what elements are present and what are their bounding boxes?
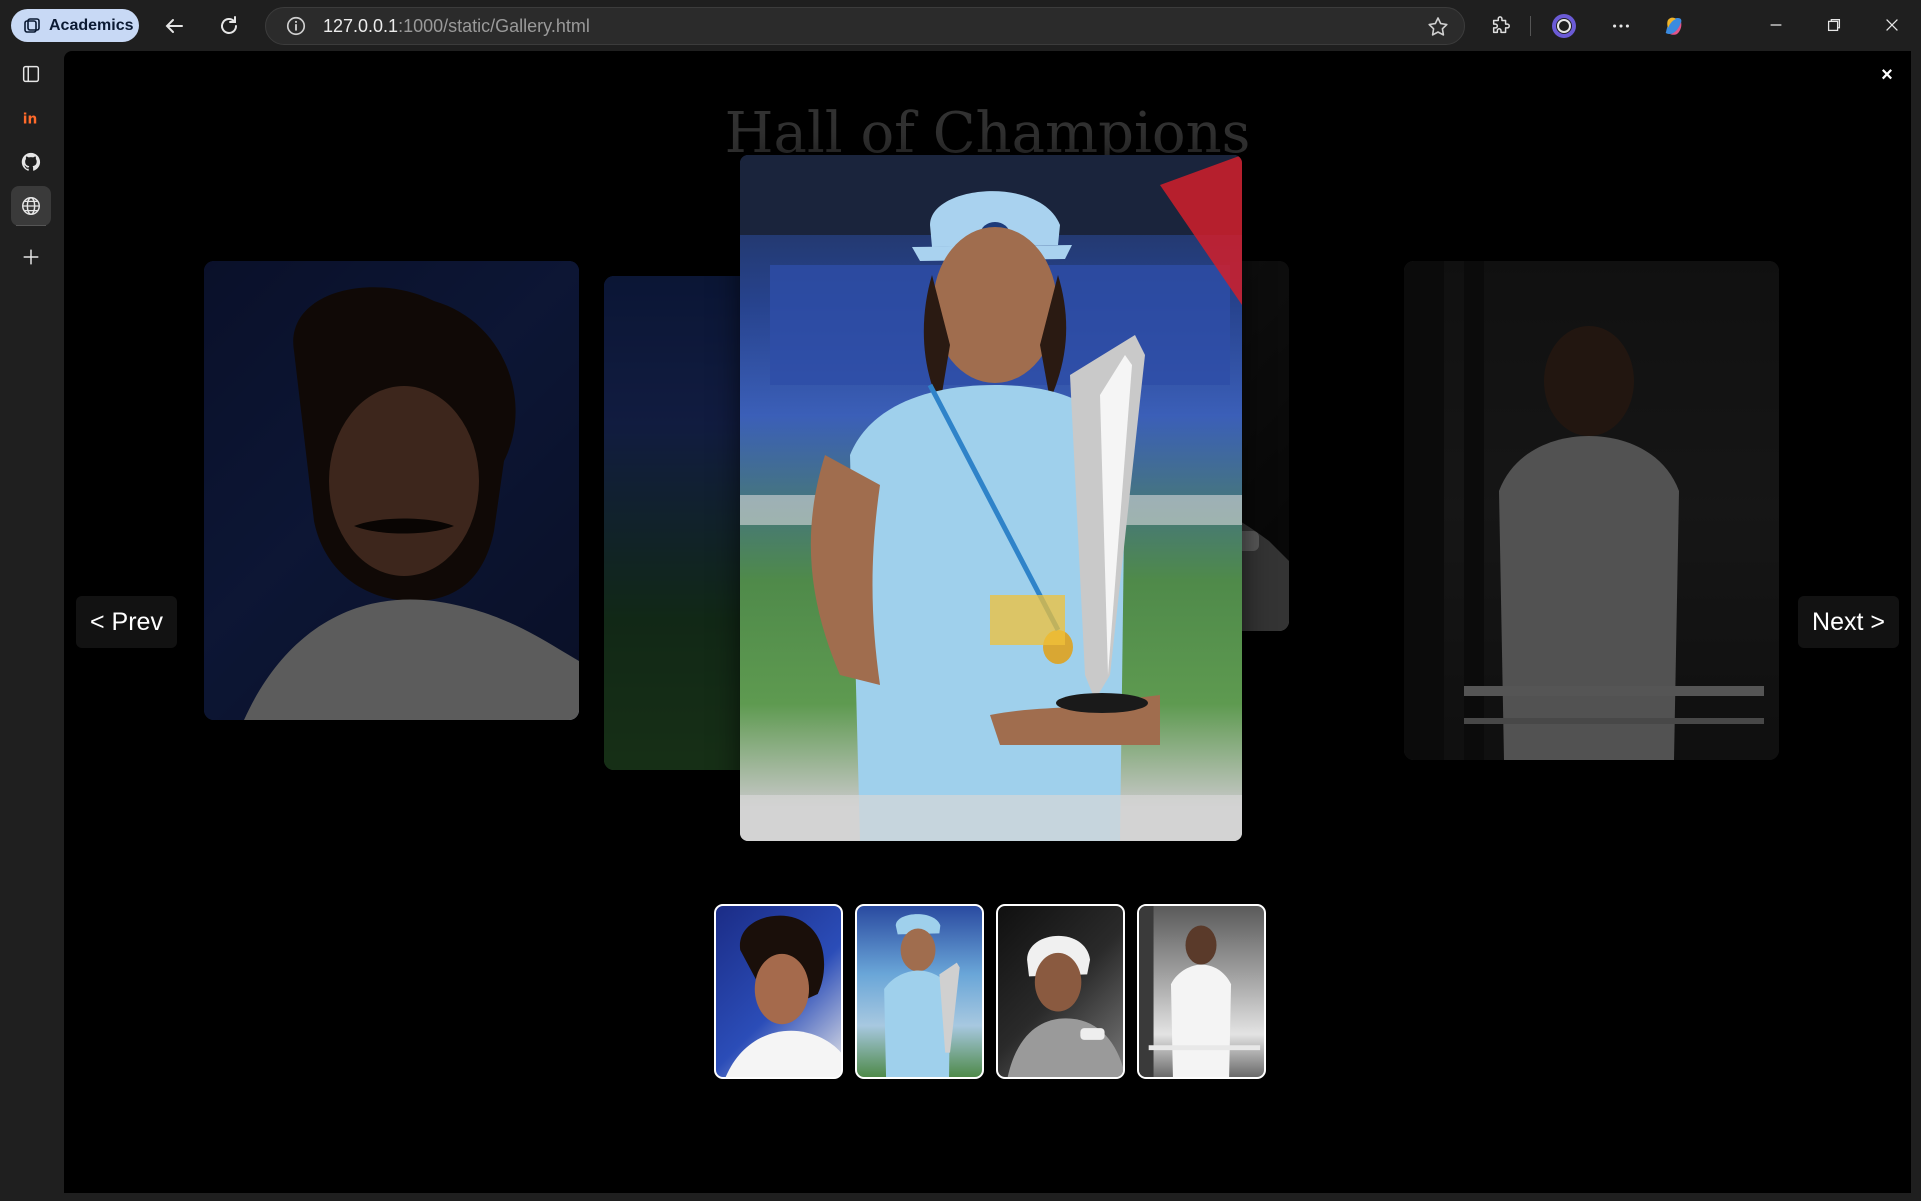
restore-icon: [1827, 18, 1841, 32]
sidebar-divider: [16, 225, 46, 226]
reload-icon: [221, 16, 237, 34]
sidebar-item-invision[interactable]: in: [11, 98, 51, 138]
thumbnail-3[interactable]: [996, 904, 1125, 1079]
sidebar-item-github[interactable]: [11, 142, 51, 182]
prev-button[interactable]: < Prev: [76, 596, 177, 648]
svg-text:in: in: [23, 112, 38, 128]
browser-profile-avatar[interactable]: [1550, 12, 1578, 40]
sidebar-item-globe[interactable]: [11, 186, 51, 226]
active-portrait-image: [740, 155, 1242, 841]
reload-button[interactable]: [215, 12, 243, 40]
carousel-card-4[interactable]: [1404, 261, 1779, 760]
minimize-button[interactable]: [1759, 10, 1793, 40]
sidebar-panel-button[interactable]: [11, 54, 51, 94]
minimize-icon: [1770, 24, 1782, 26]
carousel-card-1[interactable]: [204, 261, 579, 720]
close-lightbox-button[interactable]: ×: [1875, 63, 1899, 87]
thumbnail-1[interactable]: [714, 904, 843, 1079]
favorite-star-icon[interactable]: [1426, 15, 1450, 39]
thumbnail-image-2: [884, 914, 960, 1077]
url-path: :1000/static/Gallery.html: [398, 15, 590, 36]
thumbnail-image-4: [1139, 906, 1261, 1077]
thumbnail-4[interactable]: [1137, 904, 1266, 1079]
thumbnail-2[interactable]: [855, 904, 984, 1079]
invision-icon: in: [23, 112, 38, 128]
extensions-icon[interactable]: [1487, 12, 1515, 40]
url-host: 127.0.0.1: [323, 15, 399, 36]
copilot-icon[interactable]: [1660, 12, 1688, 40]
thumbnail-image-1: [725, 915, 841, 1077]
thumbnail-strip: [714, 904, 1266, 1079]
close-icon: [1886, 19, 1898, 31]
carousel-card-active[interactable]: [740, 155, 1242, 841]
add-icon: [23, 249, 39, 265]
next-button[interactable]: Next >: [1798, 596, 1899, 648]
back-button[interactable]: [160, 12, 188, 40]
sidebar-panel-icon: [22, 65, 40, 83]
workspace-icon: [24, 17, 40, 33]
site-info-icon[interactable]: [284, 14, 308, 38]
close-window-button[interactable]: [1875, 10, 1909, 40]
restore-button[interactable]: [1817, 10, 1851, 40]
card-dim-overlay: [1404, 261, 1779, 760]
profile-button[interactable]: Academics: [11, 9, 139, 42]
toolbar-divider: [1530, 16, 1531, 36]
thumbnail-image-3: [1007, 935, 1123, 1077]
profile-label: Academics: [49, 16, 134, 34]
sidebar-add-button[interactable]: [11, 237, 51, 277]
url-text[interactable]: 127.0.0.1:1000/static/Gallery.html: [323, 16, 590, 37]
more-menu-icon[interactable]: [1607, 12, 1635, 40]
browser-toolbar: Academics 127.0.0.1:1000/static/Gallery.…: [0, 0, 1921, 51]
globe-icon: [22, 197, 40, 215]
back-arrow-icon: [165, 19, 183, 33]
card-dim-overlay: [204, 261, 579, 720]
browser-sidebar: in: [0, 51, 64, 1201]
github-icon: [21, 152, 41, 171]
gallery-page: Hall of Champions × < Prev Next >: [64, 51, 1911, 1193]
address-bar[interactable]: 127.0.0.1:1000/static/Gallery.html: [265, 7, 1465, 45]
